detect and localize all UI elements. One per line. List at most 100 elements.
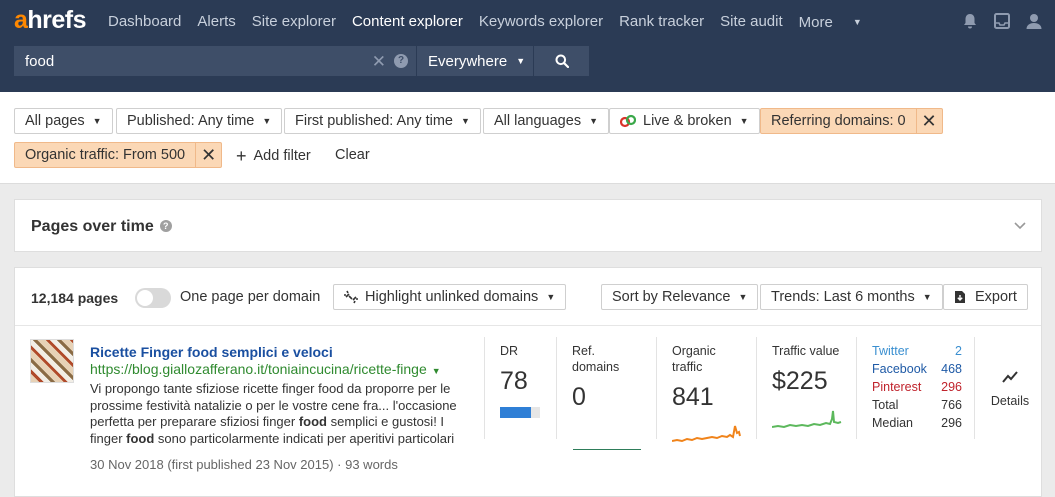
result-meta: 30 Nov 2018 (first published 23 Nov 2015… <box>90 457 398 472</box>
dr-column: DR 78 <box>484 337 556 439</box>
remove-filter-icon[interactable]: ✕ <box>195 143 221 167</box>
result-row: Ricette Finger food semplici e veloci ht… <box>15 327 1041 487</box>
dr-bar <box>500 407 540 418</box>
languages-filter[interactable]: All languages ▼ <box>483 108 609 134</box>
dr-bar-fill <box>500 407 532 418</box>
sort-dropdown[interactable]: Sort by Relevance ▼ <box>601 284 759 310</box>
social-row-twitter: Twitter 2 <box>872 342 962 360</box>
referring-domains-filter[interactable]: Referring domains: 0 ✕ <box>760 108 943 134</box>
published-filter[interactable]: Published: Any time ▼ <box>116 108 283 134</box>
nav-alerts[interactable]: Alerts <box>197 13 235 32</box>
traffic-value-column: Traffic value $225 <box>756 337 856 439</box>
search-mode-label: Everywhere <box>428 52 508 70</box>
facebook-count: 468 <box>941 362 962 376</box>
organic-traffic-value: 841 <box>672 383 714 411</box>
chevron-down-icon: ▼ <box>262 116 272 126</box>
ref-domains-sparkline <box>573 449 641 450</box>
details-button[interactable]: Details <box>974 337 1044 439</box>
highlight-unlinked-button[interactable]: Highlight unlinked domains ▼ <box>333 284 567 310</box>
result-date: 30 Nov 2018 (first published 23 Nov 2015… <box>90 457 334 472</box>
total-count: 766 <box>941 398 962 412</box>
snippet-highlight: food <box>298 414 327 430</box>
chevron-down-icon: ▼ <box>738 292 748 302</box>
sort-label: Sort by Relevance <box>612 289 731 305</box>
nav-site-explorer[interactable]: Site explorer <box>252 13 336 32</box>
nav-dashboard[interactable]: Dashboard <box>108 13 181 32</box>
search-icon <box>555 54 569 68</box>
details-label: Details <box>990 394 1030 408</box>
nav-more-label: More <box>798 14 833 31</box>
search-button[interactable] <box>534 46 589 76</box>
social-row-facebook: Facebook 468 <box>872 360 962 378</box>
search-input-value: food <box>25 52 55 70</box>
first-published-filter[interactable]: First published: Any time ▼ <box>284 108 481 134</box>
live-broken-label: Live & broken <box>643 113 732 129</box>
one-page-per-domain-label: One page per domain <box>180 289 321 305</box>
add-filter-button[interactable]: + Add filter <box>236 146 311 167</box>
filter-bar: All pages ▼ Published: Any time ▼ First pu… <box>0 92 1055 184</box>
organic-traffic-sparkline <box>672 425 741 443</box>
first-published-label: First published: Any time <box>295 113 453 129</box>
nav-content-explorer[interactable]: Content explorer <box>352 13 463 32</box>
result-url-link[interactable]: https://blog.giallozafferano.it/toniainc… <box>90 361 441 377</box>
help-icon[interactable]: ? <box>159 220 172 232</box>
nav-site-audit[interactable]: Site audit <box>720 13 783 32</box>
bell-icon[interactable] <box>961 12 979 30</box>
snippet-text: sono particolarmente indicati per aperit… <box>154 431 455 447</box>
nav-rank-tracker[interactable]: Rank tracker <box>619 13 704 32</box>
result-word-count: 93 words <box>345 457 398 472</box>
social-row-total: Total 766 <box>872 396 962 414</box>
trends-dropdown[interactable]: Trends: Last 6 months ▼ <box>760 284 943 310</box>
twitter-label: Twitter <box>872 344 909 358</box>
chevron-down-icon: ▼ <box>739 116 749 126</box>
facebook-label: Facebook <box>872 362 927 376</box>
ahrefs-logo[interactable]: ahrefs <box>14 6 87 35</box>
separator: · <box>333 457 346 472</box>
all-pages-filter[interactable]: All pages ▼ <box>14 108 113 134</box>
trend-chart-icon <box>1002 371 1018 383</box>
results-count: 12,184 pages <box>31 290 119 306</box>
chevron-down-icon[interactable] <box>1013 218 1027 232</box>
total-label: Total <box>872 398 899 412</box>
pages-over-time-panel[interactable]: Pages over time? <box>14 199 1042 252</box>
unlinked-icon <box>344 290 358 304</box>
result-title-link[interactable]: Ricette Finger food semplici e veloci <box>90 344 333 360</box>
inbox-icon[interactable] <box>993 12 1011 30</box>
user-icon[interactable] <box>1025 12 1043 30</box>
add-filter-label: Add filter <box>253 148 311 164</box>
median-label: Median <box>872 416 913 430</box>
nav-more[interactable]: More ▼ <box>799 13 878 32</box>
highlight-unlinked-label: Highlight unlinked domains <box>365 289 539 305</box>
result-thumbnail <box>30 339 74 383</box>
chevron-down-icon: ▼ <box>516 56 526 66</box>
live-broken-filter[interactable]: Live & broken ▼ <box>609 108 760 134</box>
organic-traffic-label: Organic traffic <box>672 344 716 374</box>
search-input[interactable]: food ✕ ? <box>14 46 416 76</box>
organic-traffic-column: Organic traffic 841 <box>656 337 756 443</box>
chevron-down-icon: ▼ <box>460 116 470 126</box>
search-bar: food ✕ ? Everywhere ▼ <box>14 46 589 76</box>
export-button[interactable]: Export <box>943 284 1028 310</box>
result-snippet: Vi propongo tante sfiziose ricette finge… <box>90 381 470 448</box>
ref-domains-value: 0 <box>572 383 586 411</box>
chevron-down-icon[interactable]: ▼ <box>432 366 441 376</box>
published-label: Published: Any time <box>127 113 255 129</box>
languages-label: All languages <box>494 113 582 129</box>
search-mode-dropdown[interactable]: Everywhere ▼ <box>417 46 533 76</box>
clear-filters-link[interactable]: Clear <box>335 147 370 163</box>
dr-label: DR <box>500 344 519 358</box>
median-count: 296 <box>941 416 962 430</box>
social-shares: Twitter 2 Facebook 468 Pinterest 296 Total 7… <box>872 342 962 432</box>
nav-keywords-explorer[interactable]: Keywords explorer <box>479 13 603 32</box>
pages-over-time-label: Pages over time <box>31 218 154 235</box>
one-page-per-domain-toggle[interactable] <box>135 288 171 308</box>
clear-search-icon[interactable]: ✕ <box>372 53 386 70</box>
help-icon[interactable]: ? <box>394 54 408 68</box>
remove-filter-icon[interactable]: ✕ <box>915 109 942 133</box>
pinterest-label: Pinterest <box>872 380 922 394</box>
chevron-down-icon: ▼ <box>922 292 932 302</box>
result-url-text: https://blog.giallozafferano.it/toniainc… <box>90 361 427 377</box>
organic-traffic-filter[interactable]: Organic traffic: From 500 ✕ <box>14 142 223 168</box>
snippet-highlight: food <box>126 431 155 447</box>
chevron-down-icon: ▼ <box>589 116 598 126</box>
